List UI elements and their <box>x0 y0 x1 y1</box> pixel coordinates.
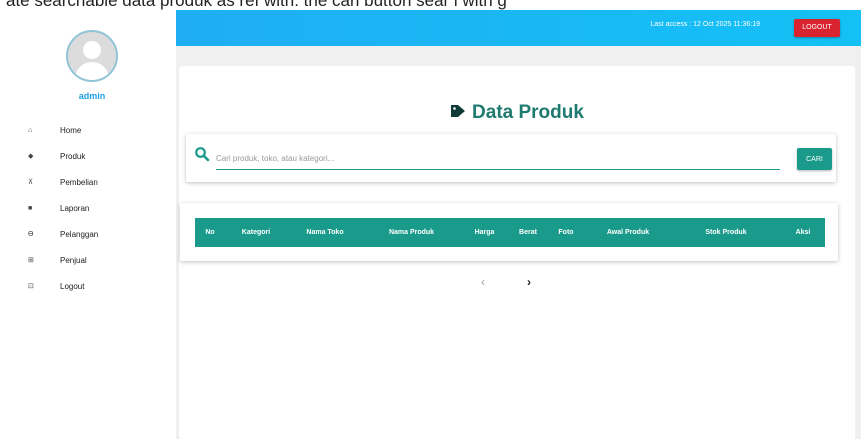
column-header-stok-produk: Stok Produk <box>705 229 747 236</box>
column-header-no: No <box>205 229 215 236</box>
product-table: No Kategori Nama Toko Nama Produk Harga … <box>180 203 838 261</box>
sidebar-item-label: Home <box>60 125 82 135</box>
sidebar-item-label: Pelanggan <box>60 229 99 239</box>
cart-icon: ⊼ <box>28 179 34 186</box>
search-input[interactable] <box>216 148 780 170</box>
tag-icon: ◆ <box>28 153 34 160</box>
caption-text: ate searchable data produk as ref with. … <box>6 0 507 10</box>
sidebar-item-label: Penjual <box>60 255 87 265</box>
column-header-harga: Harga <box>474 229 495 236</box>
sidebar-item-label: Produk <box>60 151 86 161</box>
sidebar-item-laporan[interactable]: ■ Laporan <box>0 195 176 221</box>
avatar-body-shape <box>75 62 109 80</box>
chevron-right-icon[interactable]: › <box>527 275 531 289</box>
chevron-left-icon[interactable]: ‹ <box>481 275 485 289</box>
page-title: Data Produk <box>179 102 855 124</box>
column-header-nama-toko: Nama Toko <box>306 229 344 236</box>
sidebar-item-label: Laporan <box>60 203 90 213</box>
account-circle-icon: ϴ <box>28 230 34 238</box>
pagination: ‹ › <box>481 275 531 289</box>
avatar <box>66 30 118 82</box>
caption-strip: ate searchable data produk as ref with. … <box>0 0 861 10</box>
sidebar-item-logout[interactable]: ⊡ Logout <box>0 273 176 299</box>
column-header-awal-produk: Awal Produk <box>606 229 650 236</box>
last-access-text: Last access : 12 Oct 2025 11:36:19 <box>650 21 760 28</box>
search-icon <box>195 147 210 162</box>
home-icon: ⌂ <box>28 126 33 134</box>
sidebar-item-label: Pembelian <box>60 177 98 187</box>
search-card: CARI <box>186 134 836 182</box>
sidebar-item-penjual[interactable]: ⊞ Penjual <box>0 247 176 273</box>
main-content: Data Produk CARI No Kategori Nama Toko N… <box>176 46 861 439</box>
sidebar-item-label: Logout <box>60 281 85 291</box>
store-icon: ⊞ <box>28 257 34 264</box>
tag-icon-svg <box>451 105 466 117</box>
column-header-kategori: Kategori <box>241 229 271 236</box>
column-header-berat: Berat <box>519 229 537 236</box>
sidebar-menu: ⌂ Home ◆ Produk ⊼ Pembelian ■ Laporan ϴ … <box>0 117 176 299</box>
column-header-aksi: Aksi <box>795 229 811 236</box>
tag-icon <box>450 104 466 123</box>
column-header-foto: Foto <box>558 229 574 236</box>
content-panel: Data Produk CARI No Kategori Nama Toko N… <box>179 66 855 439</box>
sidebar-item-produk[interactable]: ◆ Produk <box>0 143 176 169</box>
sidebar-item-pelanggan[interactable]: ϴ Pelanggan <box>0 221 176 247</box>
username-label: admin <box>78 91 106 101</box>
avatar-head-shape <box>83 41 101 59</box>
column-header-nama-produk: Nama Produk <box>388 229 435 236</box>
logout-icon: ⊡ <box>28 283 34 290</box>
logout-button[interactable]: LOGOUT <box>794 19 840 37</box>
search-button[interactable]: CARI <box>797 148 832 170</box>
page-title-text: Data Produk <box>472 102 584 123</box>
file-icon: ■ <box>28 204 33 212</box>
top-bar: Last access : 12 Oct 2025 11:36:19 LOGOU… <box>176 10 861 46</box>
sidebar-item-home[interactable]: ⌂ Home <box>0 117 176 143</box>
sidebar: admin ⌂ Home ◆ Produk ⊼ Pembelian ■ Lapo… <box>0 10 176 439</box>
table-header-row: No Kategori Nama Toko Nama Produk Harga … <box>195 218 825 247</box>
sidebar-item-pembelian[interactable]: ⊼ Pembelian <box>0 169 176 195</box>
